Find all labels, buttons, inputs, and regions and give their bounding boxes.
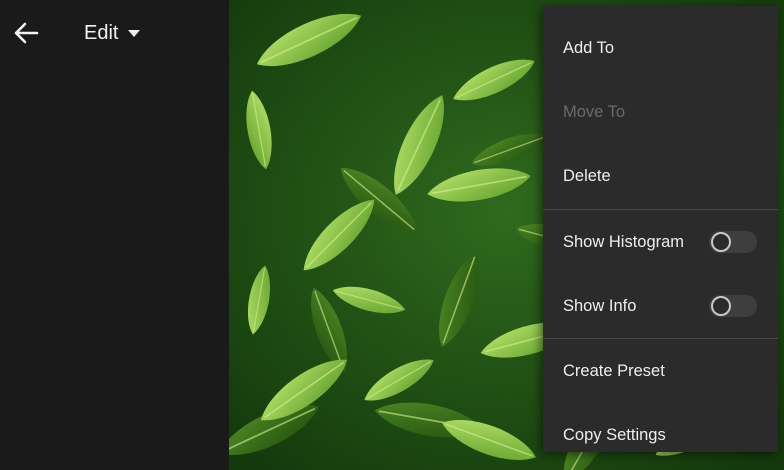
menu-item-label: Copy Settings: [563, 425, 666, 444]
menu-item-delete[interactable]: Delete: [543, 144, 778, 208]
menu-item-label: Delete: [563, 166, 611, 185]
edit-mode-label: Edit: [84, 21, 119, 44]
toggle-knob: [711, 296, 731, 316]
menu-item-label: Add To: [563, 38, 615, 57]
show-histogram-toggle[interactable]: [709, 231, 757, 253]
menu-item-move-to: Move To: [543, 80, 778, 144]
arrow-left-icon: [14, 22, 39, 44]
menu-item-show-info[interactable]: Show Info: [543, 274, 778, 338]
show-info-toggle[interactable]: [709, 295, 757, 317]
menu-item-create-preset[interactable]: Create Preset: [543, 339, 778, 403]
menu-item-label: Move To: [563, 102, 626, 121]
toggle-knob: [711, 232, 731, 252]
overflow-menu: Add To Move To Delete Show Histogram Sho…: [543, 6, 778, 452]
back-button[interactable]: [10, 17, 42, 49]
menu-item-label: Show Histogram: [563, 232, 685, 251]
left-panel: Edit: [0, 0, 229, 470]
menu-item-label: Create Preset: [563, 361, 665, 380]
menu-item-copy-settings[interactable]: Copy Settings: [543, 403, 778, 467]
menu-item-label: Show Info: [563, 296, 637, 315]
edit-mode-dropdown[interactable]: Edit: [84, 19, 141, 47]
menu-item-add-to[interactable]: Add To: [543, 16, 778, 80]
menu-item-show-histogram[interactable]: Show Histogram: [543, 210, 778, 274]
caret-down-icon: [128, 29, 141, 37]
